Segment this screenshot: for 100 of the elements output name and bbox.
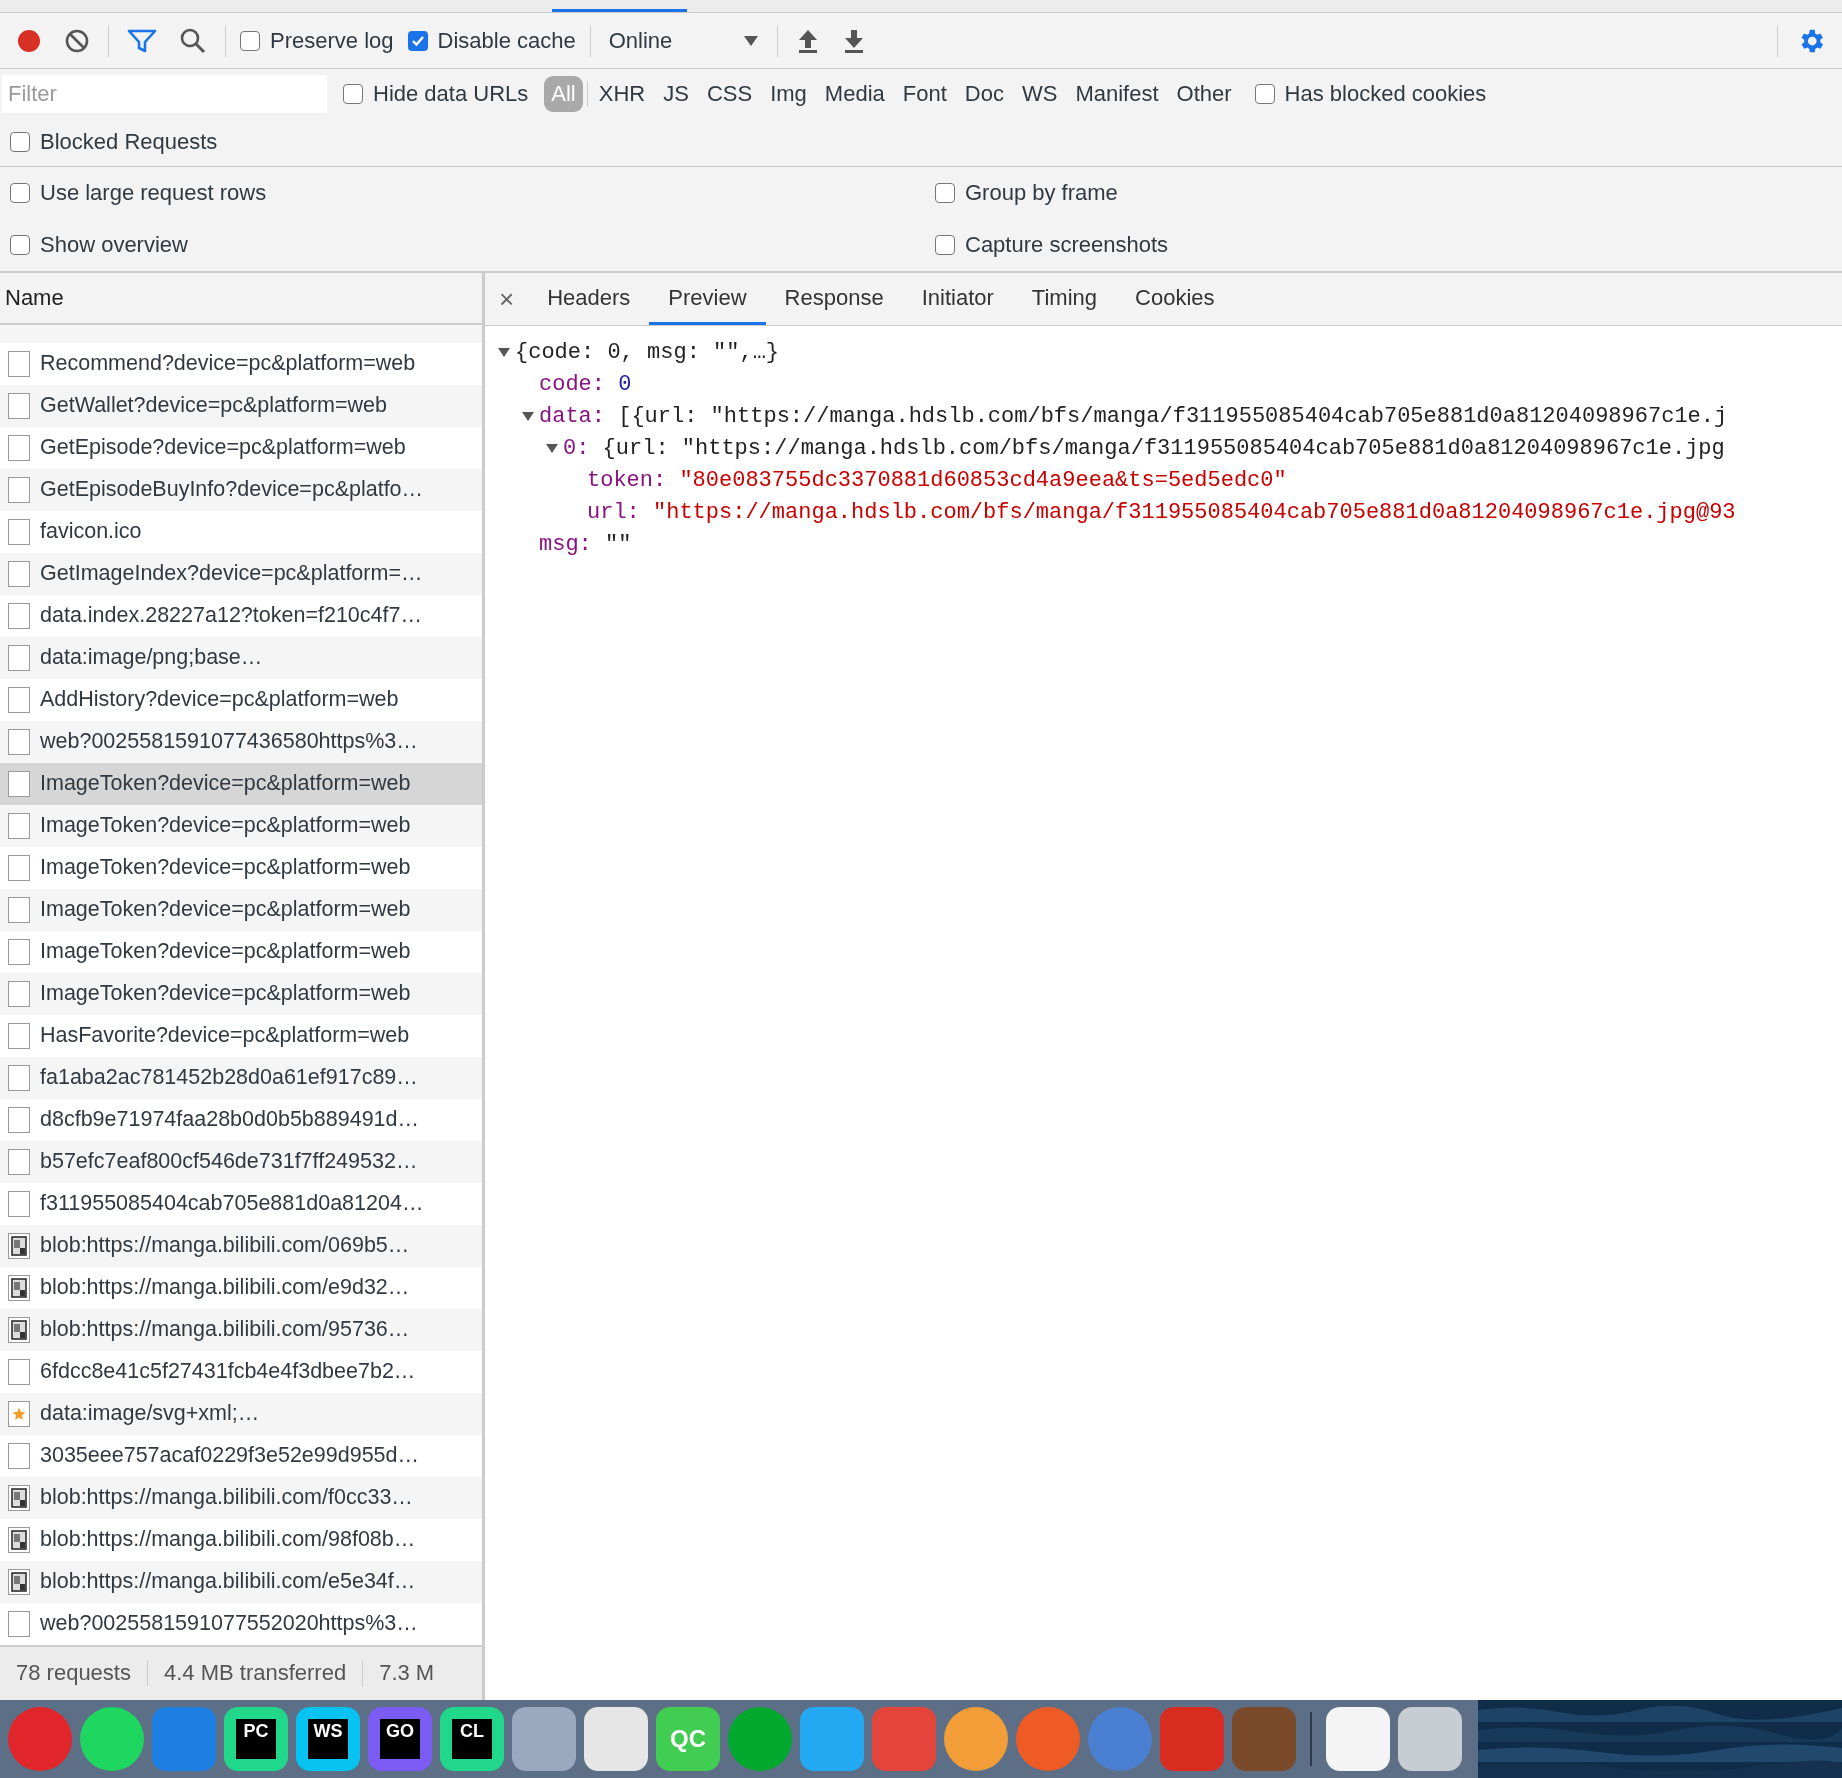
property-line: url: "https://manga.hdslb.com/bfs/manga/f311955085404cab705e881d0a81204098967c1e.jpg@93 [586, 498, 1737, 527]
request-name: blob:https://manga.bilibili.com/95736… [40, 1317, 410, 1343]
throttling-dropdown[interactable]: Online [604, 27, 763, 54]
request-name: GetWallet?device=pc&platform=web [40, 393, 387, 419]
type-filter-button[interactable]: Other [1169, 75, 1239, 112]
file-icon [8, 518, 30, 545]
type-filter-button[interactable]: Doc [957, 75, 1011, 112]
type-filter-button[interactable]: Img [763, 75, 814, 112]
file-icon [8, 1358, 30, 1385]
request-name: AddHistory?device=pc&platform=web [40, 687, 399, 713]
type-filter-button[interactable]: Manifest [1068, 75, 1166, 112]
app-icon[interactable] [584, 1707, 648, 1771]
detail-tab[interactable]: Timing [1012, 273, 1117, 325]
request-row[interactable]: data:image/svg+xml;… [0, 1392, 482, 1435]
request-row[interactable]: blob:https://manga.bilibili.com/e5e34f… [0, 1560, 482, 1603]
type-filter-button[interactable]: Font [895, 75, 954, 112]
tree-node[interactable]: {code: 0, msg: "",…} [497, 336, 1842, 368]
detail-tab[interactable]: Initiator [902, 273, 1013, 325]
image-thumbnail-icon [8, 1484, 30, 1511]
request-name: f311955085404cab705e881d0a81204… [40, 1191, 424, 1217]
request-name: ImageToken?device=pc&platform=web [40, 813, 411, 839]
request-name: fa1aba2ac781452b28d0a61ef917c89… [40, 1065, 418, 1091]
file-icon [8, 476, 30, 503]
request-row[interactable]: web?0025581591077436580https%3… [0, 720, 482, 763]
blocked-requests-checkbox[interactable]: Blocked Requests [10, 129, 218, 155]
type-filter-button[interactable]: CSS [699, 75, 760, 112]
request-name: ImageToken?device=pc&platform=web [40, 897, 411, 923]
request-name: ImageToken?device=pc&platform=web [40, 939, 411, 965]
request-row[interactable]: blob:https://manga.bilibili.com/069b5… [0, 1224, 482, 1267]
request-name: favicon.ico [40, 519, 142, 545]
file-icon [8, 1064, 30, 1091]
disclosure-triangle-icon[interactable] [545, 442, 559, 454]
request-row[interactable]: fa1aba2ac781452b28d0a61ef917c89… [0, 1056, 482, 1099]
request-name: web?0025581591077552020https%3… [40, 1611, 418, 1637]
setting-checkbox[interactable]: Show overview [10, 232, 935, 258]
app-icon[interactable] [512, 1707, 576, 1771]
detail-tab[interactable]: Preview [649, 273, 766, 325]
type-filter-button[interactable]: JS [656, 75, 696, 112]
file-icon [8, 1442, 30, 1469]
setting-checkbox[interactable]: Group by frame [935, 180, 1842, 206]
tree-node[interactable]: 0: {url: "https://manga.hdslb.com/bfs/manga/f311955085404cab705e881d0a81204098967c1e.jpg [497, 432, 1842, 464]
type-filter-button[interactable]: XHR [591, 75, 653, 112]
request-name: blob:https://manga.bilibili.com/e5e34f… [40, 1569, 416, 1595]
app-icon[interactable] [1398, 1707, 1462, 1771]
image-thumbnail-icon [8, 1232, 30, 1259]
request-row[interactable]: blob:https://manga.bilibili.com/f0cc33… [0, 1476, 482, 1519]
request-name: b57efc7eaf800cf546de731f7ff249532… [40, 1149, 418, 1175]
file-icon [8, 686, 30, 713]
request-row[interactable]: ImageToken?device=pc&platform=web [0, 888, 482, 931]
detail-tab[interactable]: Cookies [1116, 273, 1234, 325]
request-name: ImageToken?device=pc&platform=web [40, 981, 411, 1007]
file-icon [8, 770, 30, 797]
preserve-log-checkbox[interactable]: Preserve log [240, 27, 394, 54]
request-name: blob:https://manga.bilibili.com/98f08b… [40, 1527, 416, 1553]
file-icon [8, 1148, 30, 1175]
app-icon[interactable]: CL [440, 1707, 504, 1771]
request-name: ImageToken?device=pc&platform=web [40, 771, 411, 797]
file-icon [8, 392, 30, 419]
request-row[interactable]: ImageToken?device=pc&platform=web [0, 804, 482, 847]
request-row[interactable]: blob:https://manga.bilibili.com/95736… [0, 1308, 482, 1351]
disable-cache-checkbox[interactable]: Disable cache [407, 27, 576, 54]
blocked-cookies-checkbox[interactable]: Has blocked cookies [1254, 80, 1487, 107]
disclosure-triangle-icon[interactable] [497, 346, 511, 358]
request-name: GetImageIndex?device=pc&platform=… [40, 561, 423, 587]
app-icon[interactable]: PC [224, 1707, 288, 1771]
request-row[interactable]: ImageToken?device=pc&platform=web [0, 972, 482, 1015]
request-row[interactable]: data:image/png;base… [0, 636, 482, 679]
setting-checkbox[interactable]: Capture screenshots [935, 232, 1842, 258]
request-row[interactable]: b57efc7eaf800cf546de731f7ff249532… [0, 1140, 482, 1183]
summary-text: 4.4 MB transferred [147, 1660, 364, 1687]
app-icon[interactable]: WS [296, 1707, 360, 1771]
file-icon [8, 1190, 30, 1217]
request-name: ImageToken?device=pc&platform=web [40, 855, 411, 881]
request-name: data:image/png;base… [40, 645, 263, 671]
file-icon [8, 602, 30, 629]
app-icon[interactable] [800, 1707, 864, 1771]
request-row[interactable]: GetEpisodeBuyInfo?device=pc&platfo… [0, 468, 482, 511]
request-row[interactable]: ImageToken?device=pc&platform=web [0, 762, 482, 805]
disclosure-triangle-icon[interactable] [521, 410, 535, 422]
hide-data-urls-checkbox[interactable]: Hide data URLs [343, 80, 529, 107]
filter-field[interactable]: Filter [2, 74, 327, 113]
file-icon [8, 812, 30, 839]
request-name: blob:https://manga.bilibili.com/069b5… [40, 1233, 410, 1259]
detail-tab[interactable]: Response [765, 273, 903, 325]
file-icon [8, 938, 30, 965]
request-name: 6fdcc8e41c5f27431fcb4e4f3dbee7b2… [40, 1359, 416, 1385]
request-row[interactable]: GetWallet?device=pc&platform=web [0, 384, 482, 427]
type-filter-button[interactable]: Media [817, 75, 892, 112]
request-name: web?0025581591077436580https%3… [40, 729, 418, 755]
type-filter-button[interactable]: WS [1014, 75, 1065, 112]
app-icon[interactable] [1326, 1707, 1390, 1771]
detail-tab[interactable]: Headers [528, 273, 650, 325]
close-button[interactable]: × [495, 273, 529, 325]
request-name: d8cfb9e71974faa28b0d0b5b889491d… [40, 1107, 419, 1133]
tree-node[interactable]: data: [{url: "https://manga.hdslb.com/bfs/manga/f311955085404cab705e881d0a81204098967c1e.j [497, 400, 1842, 432]
file-icon [8, 896, 30, 923]
request-row[interactable]: GetImageIndex?device=pc&platform=… [0, 552, 482, 595]
app-icon[interactable]: GO [368, 1707, 432, 1771]
setting-checkbox[interactable]: Use large request rows [10, 180, 935, 206]
file-icon [8, 854, 30, 881]
